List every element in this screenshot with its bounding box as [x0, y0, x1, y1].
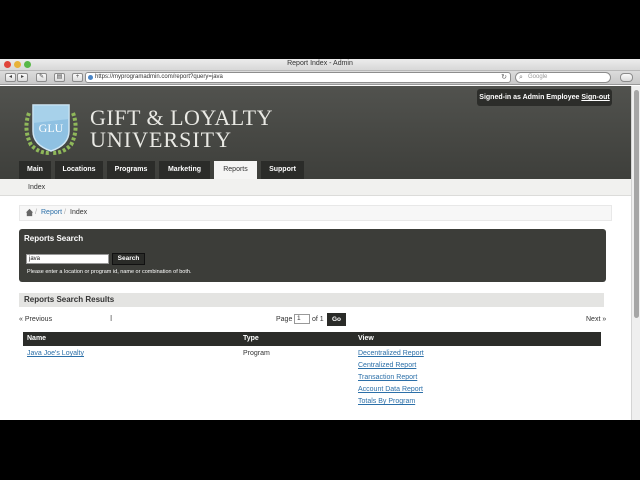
previous-link[interactable]: « Previous — [19, 316, 52, 323]
report-search-input[interactable]: java — [26, 254, 109, 264]
bookmark-icon[interactable]: ▤ — [54, 73, 65, 82]
edit-icon[interactable]: ✎ — [36, 73, 47, 82]
address-bar[interactable]: https://myprogramadmin.com/report?query=… — [85, 72, 511, 83]
browser-window: Report Index - Admin ◂ ▸ ✎ ▤ + https://m… — [0, 59, 640, 420]
signout-link[interactable]: Sign-out — [581, 94, 609, 101]
tab-programs[interactable]: Programs — [107, 161, 155, 179]
column-header-name[interactable]: Name — [27, 332, 46, 346]
brand-line-2: UNIVERSITY — [90, 127, 232, 152]
column-header-view[interactable]: View — [358, 332, 374, 346]
breadcrumb-separator: / — [64, 209, 66, 216]
home-icon[interactable] — [25, 208, 34, 217]
tab-locations[interactable]: Locations — [55, 161, 103, 179]
logo-text: GLU — [39, 121, 64, 135]
back-button[interactable]: ◂ — [5, 73, 16, 82]
main-nav: Main Locations Programs Marketing Report… — [19, 161, 308, 179]
next-link[interactable]: Next » — [586, 316, 606, 323]
search-button[interactable]: Search — [112, 253, 145, 265]
page-label: Page — [276, 316, 293, 323]
window-titlebar: Report Index - Admin — [0, 59, 640, 71]
page-scrollbar[interactable] — [631, 86, 640, 420]
account-data-report-link[interactable]: Account Data Report — [358, 386, 423, 393]
globe-icon — [88, 75, 93, 80]
web-page: Signed-in as Admin Employee Sign-out GLU… — [0, 86, 631, 420]
forward-button[interactable]: ▸ — [17, 73, 28, 82]
tab-support[interactable]: Support — [261, 161, 304, 179]
search-help-text: Please enter a location or program id, n… — [27, 269, 192, 275]
reload-icon[interactable]: ↻ — [501, 73, 507, 82]
page-count-label: of 1 — [312, 316, 324, 323]
reports-search-panel: Reports Search java Search Please enter … — [19, 229, 606, 282]
signin-status: Signed-in as Admin Employee Sign-out — [477, 89, 612, 106]
centralized-report-link[interactable]: Centralized Report — [358, 362, 416, 369]
search-panel-title: Reports Search — [24, 234, 84, 243]
tab-reports[interactable]: Reports — [214, 161, 257, 179]
program-type: Program — [243, 350, 270, 357]
go-button[interactable]: Go — [327, 313, 346, 326]
tab-marketing[interactable]: Marketing — [159, 161, 210, 179]
glu-logo[interactable]: GLU — [19, 101, 83, 155]
breadcrumb-report-link[interactable]: Report — [41, 206, 62, 220]
search-placeholder: Google — [528, 74, 548, 80]
add-bookmark-button[interactable]: + — [72, 73, 83, 82]
breadcrumb: / Report / Index — [19, 205, 612, 221]
breadcrumb-separator: / — [35, 209, 37, 216]
browser-toolbar: ◂ ▸ ✎ ▤ + https://myprogramadmin.com/rep… — [0, 71, 640, 85]
results-title: Reports Search Results — [19, 293, 604, 307]
totals-by-program-link[interactable]: Totals By Program — [358, 398, 415, 405]
signin-text: Signed-in as Admin Employee — [479, 94, 580, 101]
column-header-type[interactable]: Type — [243, 332, 259, 346]
page-number-input[interactable]: 1 — [294, 314, 310, 324]
scrollbar-thumb[interactable] — [634, 90, 639, 318]
subnav-item-index[interactable]: Index — [28, 184, 45, 191]
site-header: Signed-in as Admin Employee Sign-out GLU… — [0, 86, 631, 179]
pagination: « Previous Page 1 of 1 Go Next » — [0, 313, 631, 327]
toolbar-toggle-button[interactable] — [620, 73, 633, 82]
results-table-header: Name Type View — [23, 332, 601, 346]
decentralized-report-link[interactable]: Decentralized Report — [358, 350, 424, 357]
transaction-report-link[interactable]: Transaction Report — [358, 374, 417, 381]
search-icon: ⌕ — [519, 74, 523, 81]
tab-main[interactable]: Main — [19, 161, 51, 179]
subnav: Index — [0, 179, 631, 196]
program-name-link[interactable]: Java Joe's Loyalty — [27, 350, 84, 357]
breadcrumb-current: Index — [70, 209, 88, 216]
text-cursor-icon: I — [110, 314, 113, 323]
url-text: https://myprogramadmin.com/report?query=… — [95, 74, 223, 80]
window-title: Report Index - Admin — [287, 60, 353, 67]
browser-search-field[interactable]: ⌕ Google — [515, 72, 611, 83]
